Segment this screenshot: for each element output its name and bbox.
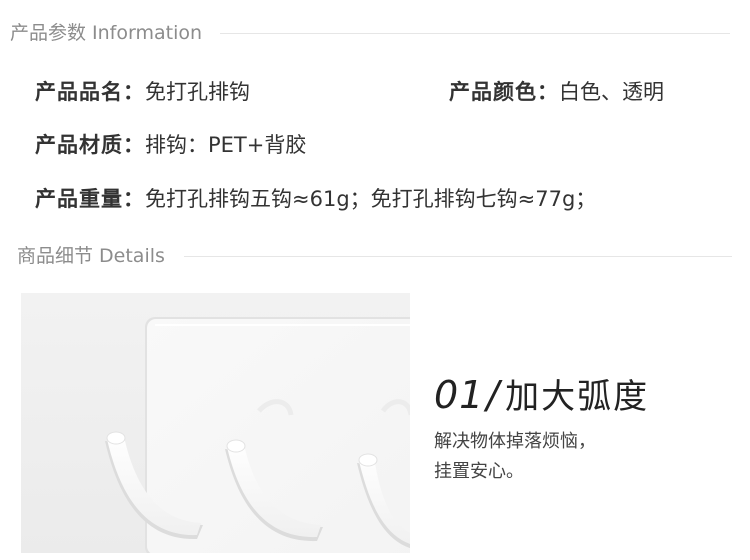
spec-product-material: 产品材质：排钩：PET+背胶: [35, 130, 306, 160]
spec-value: 白色、透明: [559, 80, 664, 104]
feature-description-line: 解决物体掉落烦恼，: [434, 431, 596, 452]
spec-label: 产品颜色：: [449, 80, 559, 104]
spec-label: 产品重量：: [35, 187, 145, 211]
feature-description-line: 挂置安心。: [434, 461, 524, 482]
information-section-header: 产品参数 Information: [0, 18, 750, 48]
spec-value: 排钩：PET+背胶: [145, 133, 307, 157]
section-divider: [184, 256, 732, 257]
details-section-header: 商品细节 Details: [0, 241, 750, 271]
feature-heading: 01/加大弧度: [434, 372, 649, 426]
spec-label: 产品材质：: [35, 133, 145, 157]
spec-value: 免打孔排钩: [145, 80, 250, 104]
details-section-title: 商品细节 Details: [17, 245, 165, 267]
information-section-title: 产品参数 Information: [10, 22, 203, 44]
hook-rack-illustration: [105, 317, 410, 553]
feature-title: 加大弧度: [505, 377, 650, 417]
feature-slash: /: [486, 373, 500, 417]
section-divider: [220, 33, 730, 34]
spec-product-color: 产品颜色：白色、透明: [449, 77, 664, 107]
spec-value: 免打孔排钩五钩≈61g；免打孔排钩七钩≈77g；: [145, 187, 597, 211]
spec-label: 产品品名：: [35, 80, 145, 104]
spec-product-weight: 产品重量：免打孔排钩五钩≈61g；免打孔排钩七钩≈77g；: [35, 184, 596, 214]
spec-product-name: 产品品名：免打孔排钩: [35, 77, 250, 107]
product-detail-photo: [21, 293, 410, 553]
feature-number: 01: [434, 373, 485, 417]
